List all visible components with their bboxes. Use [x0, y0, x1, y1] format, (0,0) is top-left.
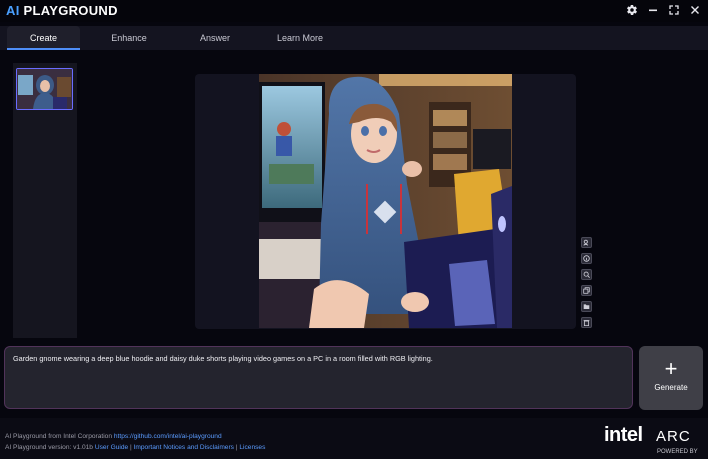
- search-icon[interactable]: [581, 269, 592, 280]
- generate-label: Generate: [654, 383, 688, 392]
- tab-answer[interactable]: Answer: [178, 26, 252, 50]
- maximize-icon[interactable]: [667, 3, 681, 17]
- generated-image[interactable]: [259, 74, 512, 328]
- powered-by-label: POWERED BY: [657, 449, 698, 455]
- user-guide-link[interactable]: User Guide: [95, 444, 128, 451]
- footer-version: AI Playground version: v1.01b User Guide…: [5, 444, 265, 451]
- version-text: AI Playground version: v1.01b: [5, 444, 95, 451]
- app-title-prefix: AI: [6, 3, 20, 18]
- licenses-link[interactable]: Licenses: [239, 444, 265, 451]
- arc-logo: ARC: [656, 428, 691, 445]
- github-link[interactable]: https://github.com/intel/ai-playground: [114, 433, 222, 440]
- folder-icon[interactable]: [581, 301, 592, 312]
- title-bar: AI PLAYGROUND: [0, 0, 708, 22]
- tab-create[interactable]: Create: [7, 26, 80, 50]
- tab-enhance[interactable]: Enhance: [92, 26, 166, 50]
- close-icon[interactable]: [688, 3, 702, 17]
- app-title: AI PLAYGROUND: [6, 3, 118, 18]
- intel-logo: intel: [604, 424, 643, 446]
- image-info-icon[interactable]: [581, 237, 592, 248]
- footer-credits-text: AI Playground from Intel Corporation: [5, 433, 114, 440]
- tab-learn-more[interactable]: Learn More: [264, 26, 336, 50]
- notices-link[interactable]: Important Notices and Disclaimers: [134, 444, 234, 451]
- history-thumbnail[interactable]: [16, 68, 73, 110]
- plus-icon: +: [664, 356, 678, 381]
- prompt-input[interactable]: Garden gnome wearing a deep blue hoodie …: [4, 346, 633, 409]
- minimize-icon[interactable]: [646, 3, 660, 17]
- tab-bar: Create Enhance Answer Learn More: [0, 26, 708, 50]
- app-title-rest: PLAYGROUND: [19, 3, 118, 18]
- trash-icon[interactable]: [581, 317, 592, 328]
- info-icon[interactable]: [581, 253, 592, 264]
- image-toolbar: [581, 237, 593, 333]
- prompt-text: Garden gnome wearing a deep blue hoodie …: [13, 354, 433, 363]
- gear-icon[interactable]: [625, 3, 639, 17]
- history-panel: [13, 63, 77, 338]
- copy-icon[interactable]: [581, 285, 592, 296]
- footer: AI Playground from Intel Corporation htt…: [0, 418, 708, 459]
- generate-button[interactable]: + Generate: [639, 346, 703, 410]
- footer-credits: AI Playground from Intel Corporation htt…: [5, 433, 222, 440]
